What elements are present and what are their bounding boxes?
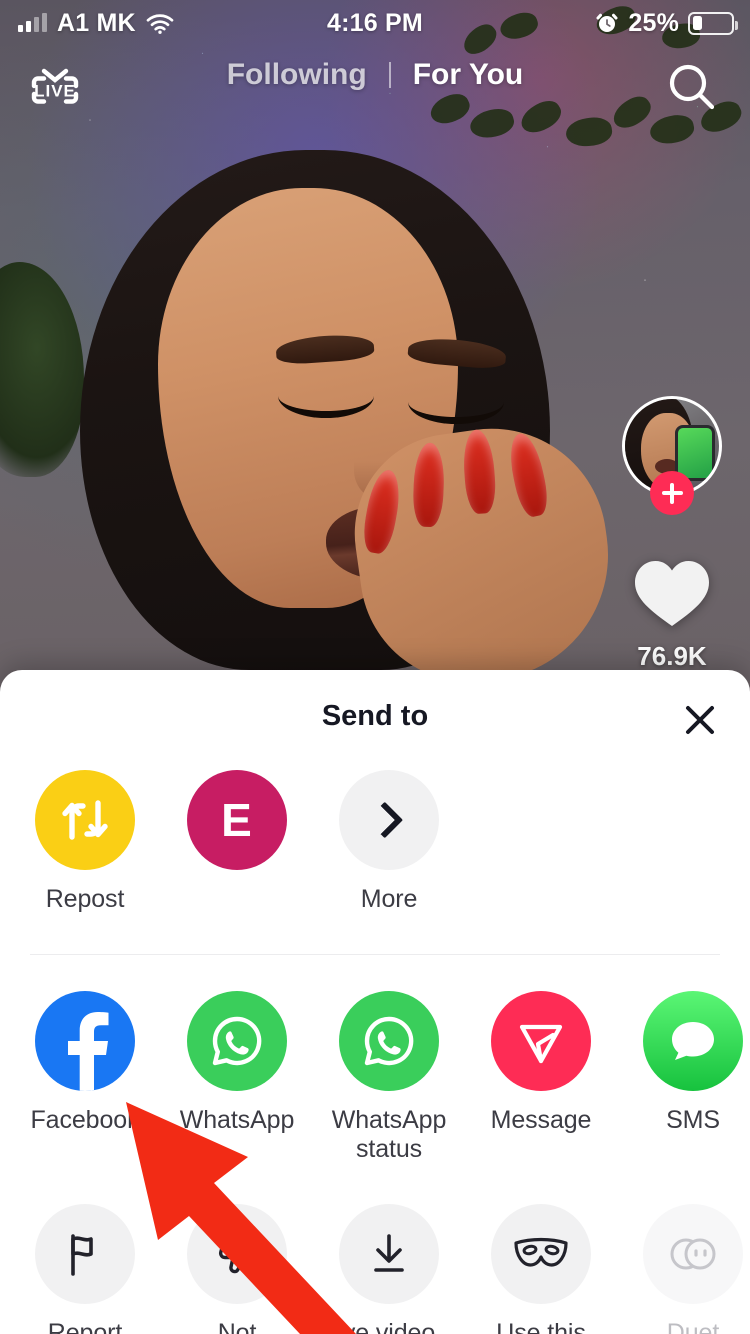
action-label: Report xyxy=(47,1319,123,1334)
like-button[interactable]: 76.9K xyxy=(616,554,728,672)
share-option-repost[interactable]: Repost xyxy=(30,770,140,914)
section-divider xyxy=(30,954,720,955)
download-icon xyxy=(339,1204,439,1304)
eyebrow-left xyxy=(275,332,375,366)
chevron-glyph xyxy=(366,801,404,839)
action-label: Not interested xyxy=(217,1319,257,1334)
share-app-label: WhatsApp xyxy=(179,1106,295,1134)
share-app-facebook[interactable]: Facebook xyxy=(30,991,140,1164)
share-sheet-title: Send to xyxy=(321,700,429,732)
share-app-sms[interactable]: SMS xyxy=(638,991,748,1164)
share-app-whatsapp-status[interactable]: WhatsApp status xyxy=(331,991,447,1164)
repost-icon xyxy=(62,800,108,840)
share-option-more[interactable]: More xyxy=(334,770,444,914)
like-count: 76.9K xyxy=(637,641,707,671)
share-sheet-header: Send to xyxy=(0,670,750,762)
action-report[interactable]: Report xyxy=(30,1204,140,1334)
facebook-icon xyxy=(35,991,135,1091)
eyelash-right xyxy=(408,380,504,424)
heart-icon xyxy=(635,561,709,626)
share-app-label: WhatsApp status xyxy=(331,1106,447,1163)
duet-icon xyxy=(643,1204,743,1304)
share-app-label: Facebook xyxy=(30,1106,140,1134)
share-actions-row[interactable]: Report Not interested xyxy=(0,1204,750,1334)
tab-for-you[interactable]: For You xyxy=(391,58,546,92)
action-use-this-effect[interactable]: Use this effect xyxy=(486,1204,596,1334)
action-duet: Duet xyxy=(638,1204,748,1334)
eyelash-left xyxy=(278,374,374,418)
feed-tabs: Following For You xyxy=(0,58,750,92)
share-app-whatsapp[interactable]: WhatsApp xyxy=(179,991,295,1164)
top-navigation: LIVE Following For You xyxy=(0,52,750,124)
search-icon[interactable] xyxy=(664,60,720,116)
tab-following[interactable]: Following xyxy=(205,58,389,92)
share-apps-row[interactable]: Facebook WhatsApp WhatsApp status Messag… xyxy=(0,991,750,1164)
sms-icon xyxy=(643,991,743,1091)
whatsapp-icon xyxy=(187,991,287,1091)
flag-icon xyxy=(35,1204,135,1304)
contact-avatar-icon: E xyxy=(187,770,287,870)
repost-icon-wrap xyxy=(35,770,135,870)
share-option-label: More xyxy=(360,885,418,913)
tiktok-message-icon xyxy=(491,991,591,1091)
battery-icon xyxy=(688,11,738,35)
chevron-right-icon xyxy=(339,770,439,870)
share-app-label: SMS xyxy=(666,1106,720,1134)
status-bar-time: 4:16 PM xyxy=(327,8,423,37)
follow-button[interactable] xyxy=(650,471,694,515)
video-action-rail: 76.9K xyxy=(616,396,728,672)
mask-icon xyxy=(491,1204,591,1304)
fingernail xyxy=(412,442,446,528)
action-label: ve video xyxy=(342,1319,436,1334)
share-primary-row: Repost E More xyxy=(0,770,750,914)
fingernail xyxy=(461,428,498,515)
tiktok-screen: A1 MK 4:16 PM 25% LIVE Following For You… xyxy=(0,0,750,1334)
whatsapp-status-icon xyxy=(339,991,439,1091)
close-icon[interactable] xyxy=(676,696,724,744)
action-label: Use this effect xyxy=(496,1319,586,1334)
share-app-message[interactable]: Message xyxy=(486,991,596,1164)
action-not-interested[interactable]: Not interested xyxy=(182,1204,292,1334)
thumbs-down-icon xyxy=(187,1204,287,1304)
share-app-label: Message xyxy=(490,1106,592,1134)
fingernail xyxy=(504,430,552,520)
share-sheet: Send to Repost E More Facebook WhatsApp … xyxy=(0,670,750,1334)
contact-initial: E xyxy=(221,794,253,846)
share-option-contact[interactable]: E xyxy=(182,770,292,914)
action-label: Duet xyxy=(666,1319,720,1334)
status-bar: A1 MK 4:16 PM 25% xyxy=(0,0,750,46)
avatar[interactable] xyxy=(622,396,722,515)
share-option-label: Repost xyxy=(45,885,125,913)
action-save-video[interactable]: ve video xyxy=(334,1204,444,1334)
